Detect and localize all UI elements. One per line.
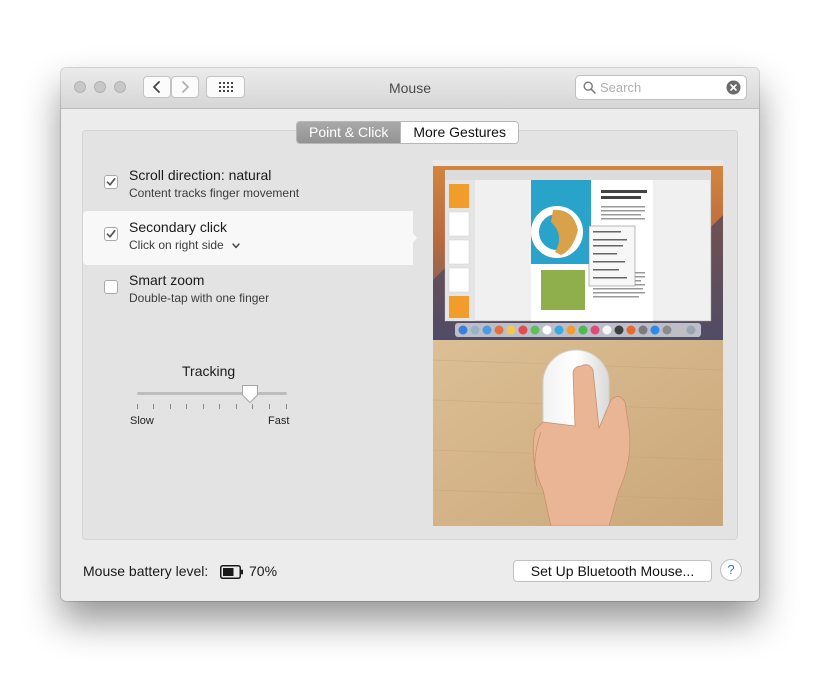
search-icon	[583, 81, 596, 94]
option-title: Smart zoom	[129, 272, 205, 288]
battery-level-label: Mouse battery level:	[83, 563, 209, 579]
tracking-slider-track[interactable]	[137, 392, 287, 395]
preferences-window: Mouse Point & Click More Gestures Scroll	[61, 68, 759, 601]
tracking-fast-label: Fast	[268, 415, 290, 427]
slider-tick	[153, 404, 154, 409]
secondary-click-checkbox[interactable]	[104, 227, 118, 241]
smart-zoom-checkbox[interactable]	[104, 280, 118, 294]
scroll-direction-checkbox[interactable]	[104, 175, 118, 189]
option-title: Secondary click	[129, 219, 228, 235]
slider-tick	[186, 404, 187, 409]
tracking-slow-label: Slow	[130, 415, 154, 427]
tracking-slider-thumb[interactable]	[241, 384, 259, 404]
checkmark-icon	[106, 177, 116, 186]
option-subtitle: Click on right side	[129, 238, 224, 252]
tab-more-gestures[interactable]: More Gestures	[400, 122, 518, 143]
secondary-click-popup[interactable]: Click on right side	[129, 238, 240, 252]
option-title: Scroll direction: natural	[129, 167, 272, 183]
tab-control: Point & Click More Gestures	[296, 121, 519, 144]
search-input[interactable]	[600, 79, 720, 96]
battery-icon	[220, 565, 243, 579]
slider-tick	[269, 404, 270, 409]
option-scroll-direction[interactable]: Scroll direction: natural Content tracks…	[83, 159, 413, 213]
gesture-preview	[433, 160, 723, 526]
gesture-preview-image	[433, 160, 723, 526]
slider-tick	[252, 404, 253, 409]
checkmark-icon	[106, 229, 116, 238]
search-field[interactable]	[575, 75, 747, 100]
battery-percent: 70%	[249, 563, 278, 579]
slider-tick	[236, 404, 237, 409]
slider-tick	[170, 404, 171, 409]
tracking-slider-ticks	[137, 404, 287, 410]
slider-tick	[203, 404, 204, 409]
slider-tick	[286, 404, 287, 409]
set-up-bluetooth-mouse-button[interactable]: Set Up Bluetooth Mouse...	[513, 560, 712, 582]
help-button[interactable]: ?	[720, 559, 742, 581]
option-secondary-click[interactable]: Secondary click Click on right side	[83, 211, 413, 265]
option-subtitle: Double-tap with one finger	[129, 291, 270, 305]
chevron-down-icon	[232, 243, 240, 249]
tab-point-and-click[interactable]: Point & Click	[297, 122, 401, 143]
title-bar: Mouse	[61, 68, 759, 109]
clear-search-icon[interactable]	[726, 80, 741, 95]
tracking-label: Tracking	[182, 363, 236, 379]
slider-tick	[137, 404, 138, 409]
selection-pointer	[393, 211, 417, 265]
slider-tick	[219, 404, 220, 409]
option-subtitle: Content tracks finger movement	[129, 186, 300, 200]
settings-panel: Scroll direction: natural Content tracks…	[82, 130, 738, 540]
option-smart-zoom[interactable]: Smart zoom Double-tap with one finger	[83, 264, 413, 318]
